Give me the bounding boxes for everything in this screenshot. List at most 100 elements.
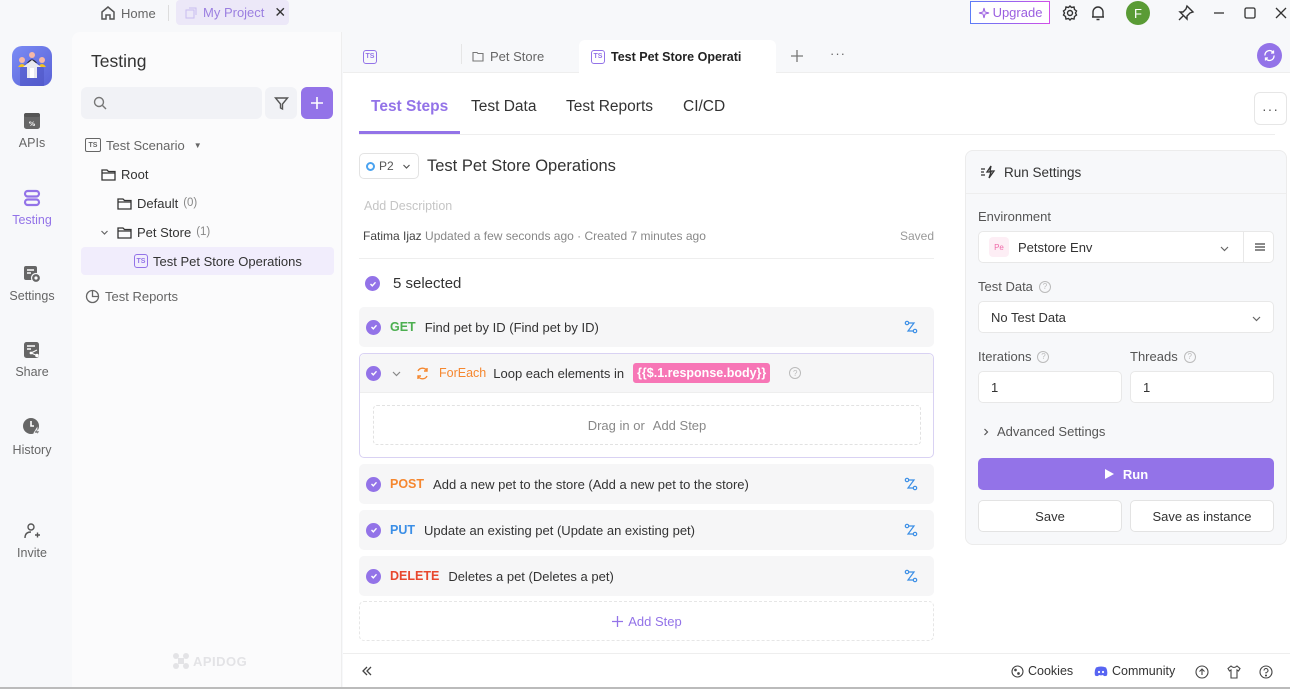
checkbox-checked-icon[interactable] (366, 319, 381, 335)
iterations-input[interactable] (978, 371, 1122, 403)
checkbox-checked-icon[interactable] (366, 365, 381, 381)
tree-label: Default (137, 195, 179, 211)
tab-ci-cd[interactable]: CI/CD (683, 98, 725, 134)
help-icon[interactable]: ? (1183, 350, 1196, 363)
run-settings-panel: Run Settings Environment Pe Petstore Env… (965, 150, 1287, 545)
upgrade-button[interactable]: Upgrade (970, 1, 1050, 24)
label-text: Test Data (978, 279, 1033, 294)
sidebar-title: Testing (91, 51, 147, 71)
ellipsis-icon: ··· (1262, 100, 1279, 117)
bell-icon[interactable] (1089, 4, 1107, 22)
chevron-down-icon[interactable] (391, 368, 402, 379)
test-data-select[interactable]: No Test Data (978, 301, 1274, 333)
foreach-block[interactable]: ForEach Loop each elements in {{$.1.resp… (359, 353, 934, 458)
chevron-down-icon[interactable] (100, 228, 109, 237)
help-icon[interactable]: ? (1037, 350, 1050, 363)
gear-icon[interactable] (1061, 4, 1079, 22)
tab-test-data[interactable]: Test Data (471, 98, 536, 134)
linked-api-icon[interactable] (904, 569, 918, 583)
user-avatar[interactable]: F (1126, 1, 1150, 25)
doc-tab-test-pet-store-operations[interactable]: TS Test Pet Store Operati (579, 40, 776, 73)
home-icon (101, 6, 115, 20)
rail-item-testing[interactable]: Testing (0, 189, 64, 227)
doc-tab-label: Pet Store (490, 49, 545, 64)
linked-api-icon[interactable] (904, 523, 918, 537)
run-button[interactable]: Run (978, 458, 1274, 490)
filter-button[interactable] (265, 87, 297, 119)
more-tabs-icon[interactable]: ··· (830, 46, 846, 61)
foreach-dropzone[interactable]: Drag in or Add Step (373, 405, 921, 445)
maximize-icon[interactable] (1241, 4, 1259, 22)
save-button[interactable]: Save (978, 500, 1122, 532)
home-tab[interactable]: Home (100, 3, 156, 23)
search-input[interactable] (113, 95, 253, 111)
more-options-button[interactable]: ··· (1254, 92, 1287, 125)
close-tab-icon[interactable]: ✕ (274, 4, 286, 21)
doc-tab-scenario-root[interactable]: TS (363, 40, 377, 73)
select-all-row[interactable]: 5 selected (365, 275, 461, 292)
theme-shirt-icon[interactable] (1227, 665, 1241, 679)
help-icon[interactable] (1259, 665, 1273, 679)
rail-item-invite[interactable]: Invite (0, 522, 64, 560)
dropzone-add-step-link[interactable]: Add Step (653, 418, 707, 433)
add-scenario-button[interactable] (301, 87, 333, 119)
rail-item-settings[interactable]: Settings (0, 265, 64, 303)
help-icon[interactable]: ? (789, 367, 802, 379)
threads-input[interactable] (1130, 371, 1274, 403)
community-button[interactable]: Community (1094, 664, 1175, 678)
project-tab[interactable]: My Project ✕ (176, 0, 289, 25)
rail-item-history[interactable]: History (0, 417, 64, 457)
foreach-header[interactable]: ForEach Loop each elements in {{$.1.resp… (360, 354, 933, 393)
tab-test-reports[interactable]: Test Reports (566, 98, 653, 134)
doc-tab-pet-store[interactable]: Pet Store (472, 40, 544, 73)
checkbox-checked-icon[interactable] (366, 476, 381, 492)
add-step-label: Add Step (628, 613, 682, 629)
tree-default-folder[interactable]: Default (0) (81, 189, 334, 217)
cookies-button[interactable]: Cookies (1011, 664, 1073, 678)
save-as-instance-button[interactable]: Save as instance (1130, 500, 1274, 532)
pie-chart-icon (85, 289, 100, 303)
collapse-sidebar-icon[interactable] (361, 665, 373, 677)
help-icon[interactable]: ? (1038, 280, 1051, 293)
project-tab-label: My Project (203, 5, 265, 20)
pin-icon[interactable] (1177, 4, 1195, 22)
close-window-icon[interactable] (1272, 4, 1290, 22)
tree-root-folder[interactable]: Root (81, 160, 334, 188)
manage-environments-icon[interactable] (1254, 241, 1266, 253)
description-field[interactable]: Add Description (364, 199, 452, 213)
minimize-icon[interactable] (1210, 4, 1228, 22)
step-row[interactable]: PUT Update an existing pet (Update an ex… (359, 510, 934, 550)
tree-test-scenario[interactable]: TS Test Scenario ▼ (81, 131, 334, 159)
checkbox-checked-icon[interactable] (366, 522, 381, 538)
environment-select[interactable]: Pe Petstore Env (978, 231, 1274, 263)
step-row[interactable]: POST Add a new pet to the store (Add a n… (359, 464, 934, 504)
advanced-settings-toggle[interactable]: Advanced Settings (982, 424, 1105, 439)
rail-item-apis[interactable]: % APIs (0, 112, 64, 150)
rail-item-share[interactable]: Share (0, 341, 64, 379)
project-logo[interactable] (12, 46, 52, 86)
tree-test-reports[interactable]: Test Reports (81, 282, 334, 310)
tab-test-steps[interactable]: Test Steps (359, 98, 461, 134)
scenario-title[interactable]: Test Pet Store Operations (427, 157, 616, 176)
author-name: Fatima Ijaz (363, 229, 422, 243)
linked-api-icon[interactable] (904, 320, 918, 334)
upload-icon[interactable] (1195, 665, 1209, 679)
step-label: Update an existing pet (Update an existi… (424, 522, 696, 538)
linked-api-icon[interactable] (904, 477, 918, 491)
sync-button[interactable] (1257, 43, 1282, 68)
checkbox-checked-icon[interactable] (365, 276, 380, 291)
search-box[interactable] (81, 87, 262, 119)
step-row[interactable]: GET Find pet by ID (Find pet by ID) (359, 307, 934, 347)
caret-down-icon[interactable]: ▼ (194, 141, 202, 150)
chevron-right-icon (984, 428, 989, 435)
foreach-expression[interactable]: {{$.1.response.body}} (633, 363, 771, 383)
priority-select[interactable]: P2 (359, 153, 419, 179)
new-tab-icon[interactable] (790, 49, 804, 63)
add-step-button[interactable]: Add Step (359, 601, 934, 641)
tree-test-pet-store-operations[interactable]: TS Test Pet Store Operations (81, 247, 334, 275)
step-row[interactable]: DELETE Deletes a pet (Deletes a pet) (359, 556, 934, 596)
doc-tab-label: Test Pet Store Operati (611, 49, 742, 64)
community-label: Community (1112, 664, 1176, 678)
tree-petstore-folder[interactable]: Pet Store (1) (81, 218, 334, 246)
checkbox-checked-icon[interactable] (366, 568, 381, 584)
